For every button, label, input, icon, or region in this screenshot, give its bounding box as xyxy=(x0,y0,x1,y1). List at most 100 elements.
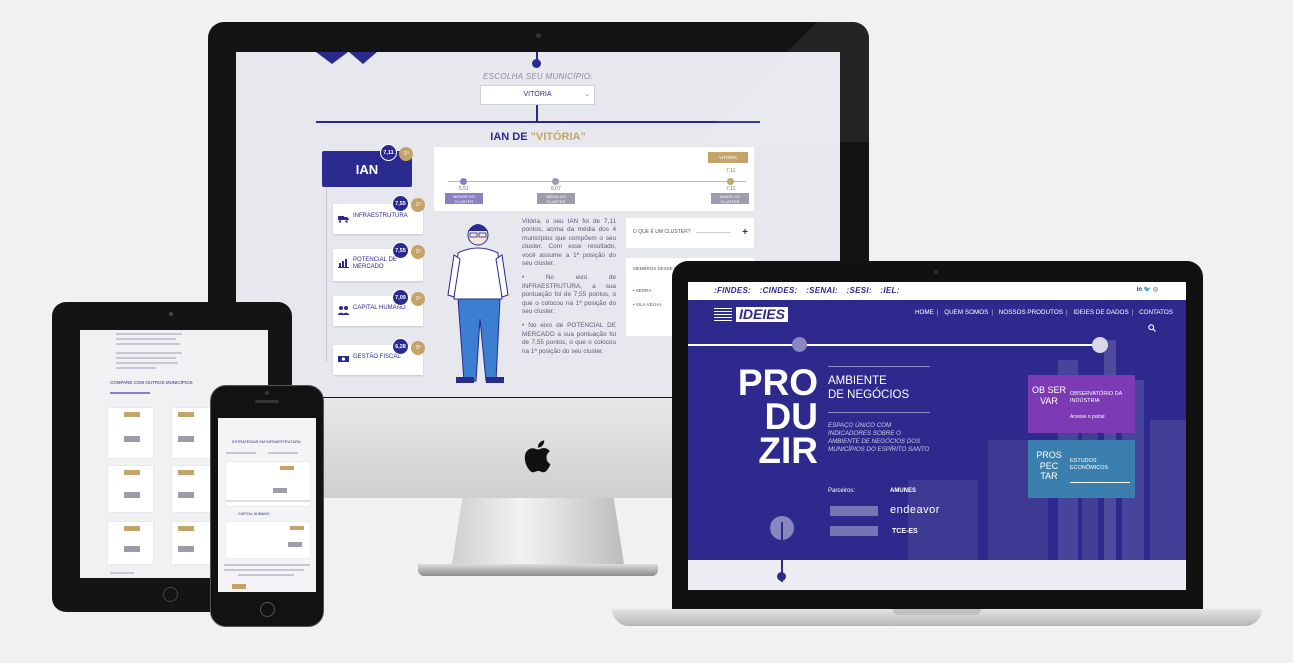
partner-logo-placeholder[interactable] xyxy=(830,526,878,536)
mini-button xyxy=(178,492,194,498)
municipio-select-value: VITÓRIA xyxy=(523,91,552,98)
brand-link-senai[interactable]: :SENAI: xyxy=(806,286,838,295)
chart-point-min xyxy=(460,178,467,185)
phone-subtitle: CAPITAL HUMANO xyxy=(238,512,270,516)
nav-contatos[interactable]: CONTATOS xyxy=(1139,309,1173,316)
mini-label xyxy=(290,526,304,530)
mini-text xyxy=(110,572,134,574)
mini-text xyxy=(268,452,298,454)
axis-card-infraestrutura[interactable]: INFRAESTRUTURA xyxy=(333,204,423,234)
money-icon xyxy=(338,356,349,362)
ian-description: Vitória, o seu IAN foi de 7,11 pontos, a… xyxy=(522,218,616,356)
bar-chart-icon xyxy=(338,259,349,268)
search-icon[interactable] xyxy=(1148,324,1156,332)
axis-rank-badge: 3º xyxy=(411,341,425,355)
hero-section: IDEIES HOME | QUEM SOMOS | NOSSOS PRODUTOS… xyxy=(688,300,1186,560)
cluster-info-card[interactable]: O QUE É UM CLUSTER? + xyxy=(626,218,754,248)
ian-title-prefix: IAN DE xyxy=(490,131,531,143)
nav-ideies-de-dados[interactable]: IDEIES DE DADOS xyxy=(1073,309,1128,316)
social-icons[interactable]: in 🐦 ◎ xyxy=(1137,286,1158,293)
partners-label: Parceiros: xyxy=(828,488,856,494)
plus-icon[interactable]: + xyxy=(742,227,748,238)
brand-link-cindes[interactable]: :CINDES: xyxy=(760,286,798,295)
mini-button xyxy=(178,436,194,442)
brand-link-findes[interactable]: :FINDES: xyxy=(714,286,751,295)
brand-link-iel[interactable]: :IEL: xyxy=(880,286,899,295)
phone-home-button xyxy=(260,602,275,617)
nav-home[interactable]: HOME xyxy=(915,309,934,316)
partner-logo-placeholder[interactable] xyxy=(830,506,878,516)
ideies-logo[interactable]: IDEIES xyxy=(714,307,810,322)
divider xyxy=(828,412,930,413)
phone-camera xyxy=(265,391,269,395)
partner-endeavor[interactable]: endeavor xyxy=(890,504,940,516)
card-link[interactable]: Acesse o portal xyxy=(1070,414,1104,421)
nav-separator: | xyxy=(936,309,939,316)
chart-value-avg: 6,07 xyxy=(551,186,561,192)
decorative-arrow xyxy=(316,52,348,64)
brand-link-sesi[interactable]: :SESI: xyxy=(847,286,872,295)
nav-nossos-produtos[interactable]: NOSSOS PRODUTOS xyxy=(999,309,1063,316)
mini-label xyxy=(124,526,140,531)
people-icon xyxy=(338,306,349,315)
card-big-text: OB SER VAR xyxy=(1032,385,1067,406)
decorative-arrow xyxy=(349,52,377,64)
timeline-line xyxy=(536,105,538,121)
nav-quem-somos[interactable]: QUEM SOMOS xyxy=(944,309,988,316)
mini-button xyxy=(178,546,194,552)
prospectar-card[interactable]: PROS PEC TAR ESTUDOS ECONÔMICOS xyxy=(1028,440,1135,498)
cluster-range-chart: VITÓRIA 5,51 6,07 7,11 7,11 MENOR DO CLU… xyxy=(434,147,754,211)
chart-value-min: 5,51 xyxy=(459,186,469,192)
brand-links: :FINDES: :CINDES: :SENAI: :SESI: :IEL: xyxy=(714,286,900,295)
axis-value-badge: 6,28 xyxy=(392,338,409,355)
chart-label-min: MENOR DO CLUSTER xyxy=(445,193,483,204)
apple-logo-icon xyxy=(524,440,551,473)
mini-text xyxy=(116,333,182,335)
cluster-info-label: O QUE É UM CLUSTER? xyxy=(633,229,691,235)
axis-value-badge: 7,55 xyxy=(392,195,409,212)
section-divider xyxy=(316,121,760,123)
mini-text xyxy=(110,392,150,394)
chart-axis-line xyxy=(448,181,746,182)
ian-title-city: "VITÓRIA" xyxy=(530,131,586,143)
municipio-select[interactable]: VITÓRIA ⌄ xyxy=(480,85,595,105)
nav-separator: | xyxy=(1065,309,1068,316)
partner-tce-es[interactable]: TCE-ES xyxy=(892,528,918,535)
mini-button xyxy=(124,492,140,498)
ian-paragraph: • No eixo de INFRAESTRUTURA, a sua pontu… xyxy=(522,274,616,316)
axes-tree-line xyxy=(326,187,327,362)
laptop-screen: :FINDES: :CINDES: :SENAI: :SESI: :IEL: i… xyxy=(688,282,1186,590)
card-small-text: OBSERVATÓRIO DA INDÚSTRIA xyxy=(1070,391,1122,404)
hero-title: AMBIENTE DE NEGÓCIOS xyxy=(828,374,909,402)
axis-card-potencial-de-mercado[interactable]: POTENCIAL DE MERCADO xyxy=(333,249,423,281)
mini-text xyxy=(226,452,256,454)
timeline-circle xyxy=(1092,337,1108,353)
axis-card-capital-humano[interactable]: CAPITAL HUMANO xyxy=(333,296,423,326)
laptop-notch xyxy=(893,609,981,615)
mini-button xyxy=(124,546,140,552)
phone-speaker xyxy=(255,400,279,403)
mini-button xyxy=(124,436,140,442)
mini-label xyxy=(124,470,140,475)
device-mockup-stage: ESCOLHA SEU MUNICÍPIO: VITÓRIA ⌄ IAN DE … xyxy=(0,0,1293,663)
hero-timeline-line xyxy=(688,344,1102,346)
axis-card-gestao-fiscal[interactable]: GESTÃO FISCAL xyxy=(333,345,423,375)
card-small-text: ESTUDOS ECONÔMICOS xyxy=(1070,458,1109,471)
mini-text xyxy=(238,574,294,576)
nav-separator: | xyxy=(991,309,993,316)
mini-text xyxy=(226,500,310,502)
ian-paragraph: Vitória, o seu IAN foi de 7,11 pontos, a… xyxy=(522,218,616,268)
axis-label: INFRAESTRUTURA xyxy=(353,213,408,219)
imac-stand-neck xyxy=(452,498,624,564)
divider xyxy=(828,366,930,367)
chart-label-max: MAIOR DO CLUSTER xyxy=(711,193,749,204)
observar-card[interactable]: OB SER VAR OBSERVATÓRIO DA INDÚSTRIA Ace… xyxy=(1028,375,1135,433)
partner-amunes[interactable]: AMUNES xyxy=(890,488,916,494)
mini-label xyxy=(178,412,194,417)
axis-label: POTENCIAL DE MERCADO xyxy=(353,257,397,270)
hero-word: DU xyxy=(764,396,818,437)
chart-point-avg xyxy=(552,178,559,185)
imac-stand-foot xyxy=(418,564,658,576)
logo-text: IDEIES xyxy=(736,307,788,322)
chevron-down-icon: ⌄ xyxy=(584,91,590,98)
